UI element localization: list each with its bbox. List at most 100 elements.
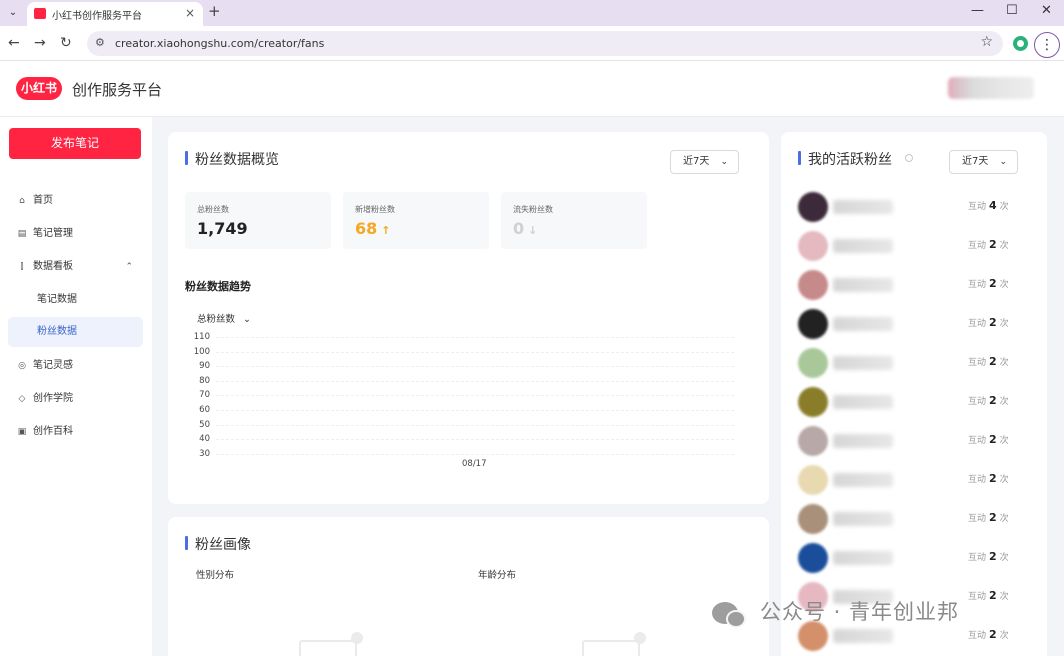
active-fan-row[interactable]: 互动 2 次	[781, 305, 1047, 344]
count-prefix: 互动	[968, 358, 987, 368]
sidebar-item-home[interactable]: ⌂ 首页	[8, 186, 143, 216]
active-fan-row[interactable]: 互动 2 次	[781, 422, 1047, 461]
count-suffix: 次	[999, 202, 1009, 212]
browser-menu-icon[interactable]: ⋮	[1034, 32, 1060, 58]
active-range-select[interactable]: 近7天 ⌄	[949, 150, 1018, 174]
sidebar-item-dashboard[interactable]: ⫿ 数据看板 ⌃	[8, 252, 143, 282]
avatar[interactable]	[798, 348, 828, 378]
avatar[interactable]	[798, 387, 828, 417]
minimize-button[interactable]: —	[971, 3, 984, 18]
close-window-button[interactable]: ✕	[1041, 3, 1052, 18]
count-prefix: 互动	[968, 202, 987, 212]
portrait-title: 粉丝画像	[185, 534, 251, 554]
active-fan-row[interactable]: 互动 2 次	[781, 539, 1047, 578]
tab-search-icon[interactable]: ⌄	[4, 4, 22, 22]
sidebar-item-academy[interactable]: ◇ 创作学院	[8, 384, 143, 414]
active-fan-row[interactable]: 互动 2 次	[781, 461, 1047, 500]
fan-name-blurred	[833, 551, 893, 565]
sidebar-item-label: 首页	[33, 195, 53, 206]
gridline	[216, 453, 734, 455]
overview-range-select[interactable]: 近7天 ⌄	[670, 150, 739, 174]
avatar[interactable]	[798, 192, 828, 222]
info-icon[interactable]	[905, 154, 913, 162]
count-value: 2	[989, 628, 997, 641]
sidebar-item-note-data[interactable]: 笔记数据	[8, 285, 143, 315]
stat-value-row: 68 ↑	[355, 219, 390, 238]
avatar[interactable]	[798, 309, 828, 339]
forward-icon[interactable]: →	[34, 35, 46, 51]
count-value: 2	[989, 589, 997, 602]
publish-note-button[interactable]: 发布笔记	[9, 128, 141, 159]
inspiration-icon: ◎	[18, 361, 26, 371]
y-tick-label: 50	[199, 419, 210, 430]
stat-label: 总粉丝数	[197, 205, 229, 214]
wechat-icon	[712, 602, 746, 628]
overview-title: 粉丝数据概览	[185, 149, 279, 169]
avatar[interactable]	[798, 426, 828, 456]
avatar[interactable]	[798, 504, 828, 534]
gridline	[216, 337, 734, 338]
interaction-count: 互动 2 次	[968, 394, 1009, 407]
sidebar-item-fan-data[interactable]: 粉丝数据	[8, 317, 143, 347]
active-fan-row[interactable]: 互动 2 次	[781, 227, 1047, 266]
extension-icon[interactable]	[1013, 36, 1028, 51]
active-fan-row[interactable]: 互动 4 次	[781, 188, 1047, 227]
gridline	[216, 380, 734, 382]
browser-toolbar: ← → ↻ ⚙ creator.xiaohongshu.com/creator/…	[0, 26, 1064, 61]
xiaohongshu-logo[interactable]: 小红书	[16, 77, 62, 100]
bookmark-star-icon[interactable]: ☆	[980, 34, 993, 50]
gender-label: 性别分布	[196, 570, 235, 581]
sidebar-item-label: 数据看板	[33, 261, 73, 272]
gridline	[216, 439, 734, 441]
count-prefix: 互动	[968, 514, 987, 524]
bar-chart-icon: ⫿	[20, 262, 24, 272]
avatar[interactable]	[798, 231, 828, 261]
tab-title: 小红书创作服务平台	[52, 11, 142, 22]
metric-value: 总粉丝数	[197, 314, 236, 325]
sidebar-item-notes[interactable]: ▤ 笔记管理	[8, 219, 143, 249]
app-header: 小红书 创作服务平台	[0, 61, 1064, 117]
active-fan-row[interactable]: 互动 2 次	[781, 383, 1047, 422]
arrow-up-icon: ↑	[381, 224, 391, 237]
favicon-icon	[34, 8, 46, 19]
gridline	[216, 366, 734, 368]
count-prefix: 互动	[968, 280, 987, 290]
interaction-count: 互动 2 次	[968, 238, 1009, 251]
metric-select[interactable]: 总粉丝数 ⌄	[197, 311, 251, 325]
count-prefix: 互动	[968, 631, 987, 641]
site-info-icon[interactable]: ⚙	[95, 36, 105, 49]
maximize-button[interactable]: ☐	[1006, 3, 1018, 18]
y-tick-label: 70	[199, 390, 210, 401]
y-tick-label: 100	[193, 346, 210, 357]
sidebar-item-inspiration[interactable]: ◎ 笔记灵感	[8, 351, 143, 381]
url-text[interactable]: creator.xiaohongshu.com/creator/fans	[115, 37, 324, 50]
interaction-count: 互动 2 次	[968, 550, 1009, 563]
sidebar-item-wiki[interactable]: ▣ 创作百科	[8, 417, 143, 447]
count-suffix: 次	[999, 280, 1009, 290]
count-value: 2	[989, 550, 997, 563]
count-value: 2	[989, 355, 997, 368]
back-icon[interactable]: ←	[8, 35, 20, 51]
avatar[interactable]	[798, 270, 828, 300]
reload-icon[interactable]: ↻	[60, 35, 72, 51]
y-tick-label: 90	[199, 361, 210, 372]
count-suffix: 次	[999, 592, 1009, 602]
active-fan-row[interactable]: 互动 2 次	[781, 500, 1047, 539]
sidebar-item-label: 笔记管理	[33, 228, 73, 239]
active-fan-row[interactable]: 互动 2 次	[781, 344, 1047, 383]
academy-icon: ◇	[18, 394, 26, 404]
count-value: 2	[989, 472, 997, 485]
avatar[interactable]	[798, 543, 828, 573]
count-suffix: 次	[999, 241, 1009, 251]
new-tab-button[interactable]: +	[208, 2, 221, 20]
age-label: 年龄分布	[478, 570, 517, 581]
sidebar-item-label: 粉丝数据	[37, 326, 77, 337]
user-avatar-blurred[interactable]	[948, 77, 1034, 99]
active-fan-row[interactable]: 互动 2 次	[781, 266, 1047, 305]
avatar[interactable]	[798, 465, 828, 495]
close-tab-icon[interactable]: ×	[185, 6, 195, 20]
browser-tab[interactable]: 小红书创作服务平台 ×	[27, 2, 203, 26]
address-bar[interactable]: ⚙ creator.xiaohongshu.com/creator/fans ☆	[87, 31, 1003, 56]
count-value: 2	[989, 277, 997, 290]
stat-total-fans: 总粉丝数 1,749	[185, 192, 331, 249]
